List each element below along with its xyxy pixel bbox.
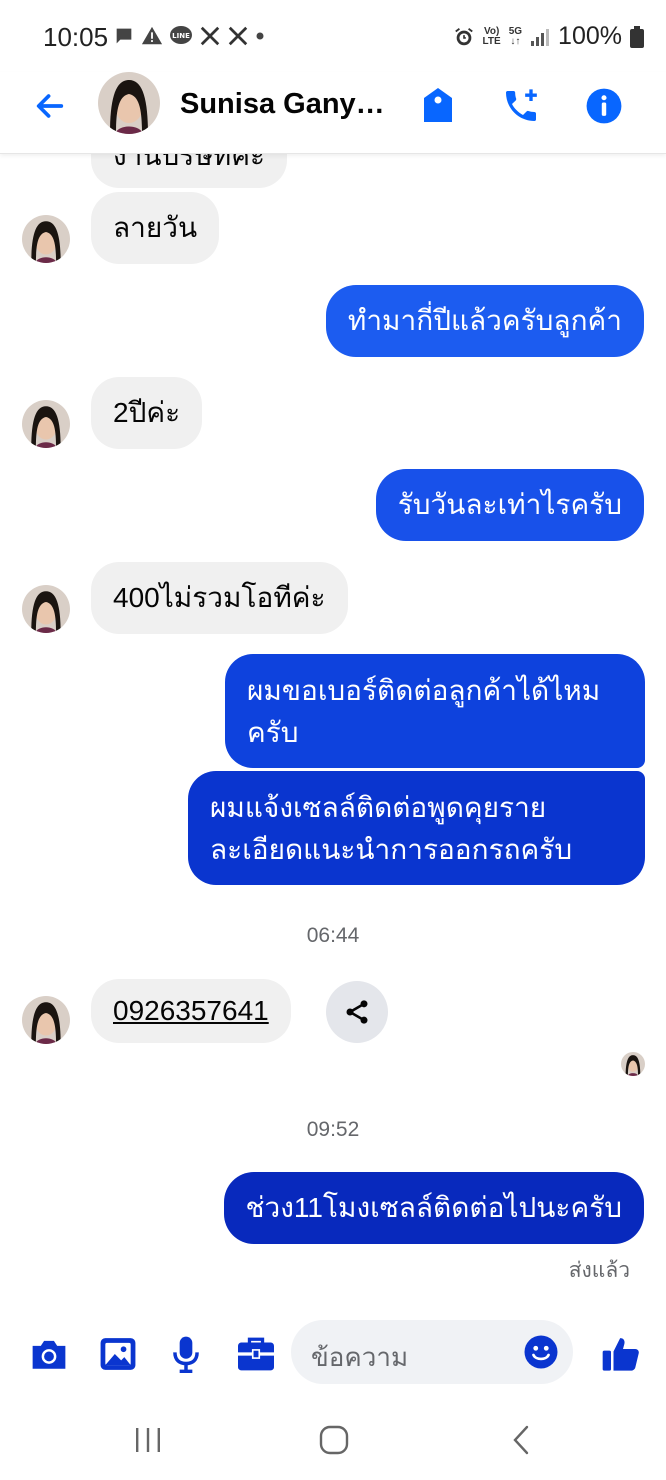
add-call-icon bbox=[506, 89, 537, 121]
more-notifications-dot bbox=[255, 24, 265, 48]
status-time: 10:05 bbox=[43, 22, 109, 52]
info-icon bbox=[586, 88, 622, 124]
home-button[interactable] bbox=[309, 1420, 359, 1460]
status-bar: 10:05 LINE Vo) LTE 5G ↓↑ 100% bbox=[0, 0, 666, 72]
message-input[interactable]: ข้อความ bbox=[291, 1320, 573, 1384]
toolbox-button[interactable] bbox=[234, 1332, 278, 1376]
home-icon bbox=[319, 1425, 349, 1455]
recent-apps-icon bbox=[136, 1428, 160, 1452]
battery-percentage: 100% bbox=[558, 22, 622, 50]
system-nav-bar bbox=[0, 1400, 666, 1480]
gallery-button[interactable] bbox=[96, 1332, 140, 1376]
x-app-icon bbox=[199, 24, 221, 48]
message-outgoing[interactable]: ผมขอเบอร์ติดต่อลูกค้าได้ไหม ครับ bbox=[225, 654, 645, 768]
alarm-icon bbox=[453, 25, 475, 49]
info-button[interactable] bbox=[580, 82, 628, 130]
data-indicator: 5G ↓↑ bbox=[508, 25, 523, 47]
seen-avatar bbox=[621, 1052, 645, 1076]
volte-indicator: Vo) LTE bbox=[482, 25, 501, 47]
phone-number-link[interactable]: 0926357641 bbox=[113, 995, 269, 1026]
message-outgoing[interactable]: ช่วง11โมงเซลล์ติดต่อไปนะครับ bbox=[223, 1172, 644, 1244]
message-placeholder: ข้อความ bbox=[311, 1342, 409, 1372]
message-incoming[interactable]: 400ไม่รวมโอทีค่ะ bbox=[91, 562, 348, 634]
emoji-button[interactable] bbox=[523, 1334, 559, 1370]
message-incoming[interactable]: 2ปีค่ะ bbox=[91, 377, 203, 449]
message-outgoing[interactable]: ทำมากี่ปีแล้วครับลูกค้า bbox=[325, 285, 644, 357]
gallery-icon bbox=[100, 1338, 136, 1370]
tag-button[interactable] bbox=[414, 82, 462, 130]
system-icons: Vo) LTE 5G ↓↑ 100% bbox=[453, 22, 644, 51]
message-composer: ข้อความ bbox=[0, 1318, 666, 1388]
signal-icon bbox=[530, 25, 550, 49]
camera-button[interactable] bbox=[27, 1332, 71, 1376]
recent-apps-button[interactable] bbox=[123, 1420, 173, 1460]
message-incoming[interactable]: งานบริษัทค่ะ bbox=[91, 154, 288, 188]
sender-avatar[interactable] bbox=[22, 215, 70, 263]
battery-icon bbox=[630, 25, 644, 49]
add-call-button[interactable] bbox=[497, 82, 545, 130]
share-icon bbox=[346, 1000, 368, 1024]
share-button[interactable] bbox=[326, 981, 388, 1043]
sender-avatar[interactable] bbox=[22, 400, 70, 448]
contact-avatar[interactable] bbox=[98, 72, 160, 134]
sender-avatar[interactable] bbox=[22, 585, 70, 633]
thumbs-up-icon bbox=[602, 1338, 639, 1371]
back-button[interactable] bbox=[28, 84, 72, 128]
chat-header: Sunisa Ganya... bbox=[0, 72, 666, 154]
camera-icon bbox=[32, 1340, 66, 1369]
back-arrow-icon bbox=[36, 94, 64, 118]
tag-icon bbox=[424, 88, 452, 122]
contact-name[interactable]: Sunisa Ganya... bbox=[180, 88, 395, 121]
svg-text:LINE: LINE bbox=[172, 32, 190, 40]
sender-avatar[interactable] bbox=[22, 996, 70, 1044]
line-app-icon: LINE bbox=[169, 24, 193, 48]
message-outgoing[interactable]: รับวันละเท่าไรครับ bbox=[375, 469, 644, 541]
message-incoming[interactable]: ลายวัน bbox=[91, 192, 220, 264]
microphone-icon bbox=[173, 1336, 199, 1373]
warning-icon bbox=[141, 24, 163, 48]
microphone-button[interactable] bbox=[164, 1332, 208, 1376]
emoji-icon bbox=[524, 1335, 558, 1369]
x-app-icon-2 bbox=[227, 24, 249, 48]
back-nav-button[interactable] bbox=[496, 1420, 546, 1460]
back-nav-icon bbox=[513, 1425, 529, 1455]
timestamp: 09:52 bbox=[306, 1118, 360, 1141]
toolbox-icon bbox=[238, 1337, 274, 1371]
chat-notification-icon bbox=[113, 24, 135, 48]
data-arrows-icon: ↓↑ bbox=[510, 35, 521, 47]
like-button[interactable] bbox=[599, 1332, 643, 1376]
notification-icons: LINE bbox=[113, 24, 265, 48]
timestamp: 06:44 bbox=[306, 924, 360, 947]
message-list[interactable]: งานบริษัทค่ะ ลายวัน ทำมากี่ปีแล้วครับลูก… bbox=[0, 154, 666, 1304]
sent-status: ส่งแล้ว bbox=[568, 1259, 630, 1282]
message-outgoing[interactable]: ผมแจ้งเซลล์ติดต่อพูดคุยราย ละเอียดแนะนำก… bbox=[188, 771, 645, 885]
message-incoming-phone[interactable]: 0926357641 bbox=[91, 979, 291, 1043]
